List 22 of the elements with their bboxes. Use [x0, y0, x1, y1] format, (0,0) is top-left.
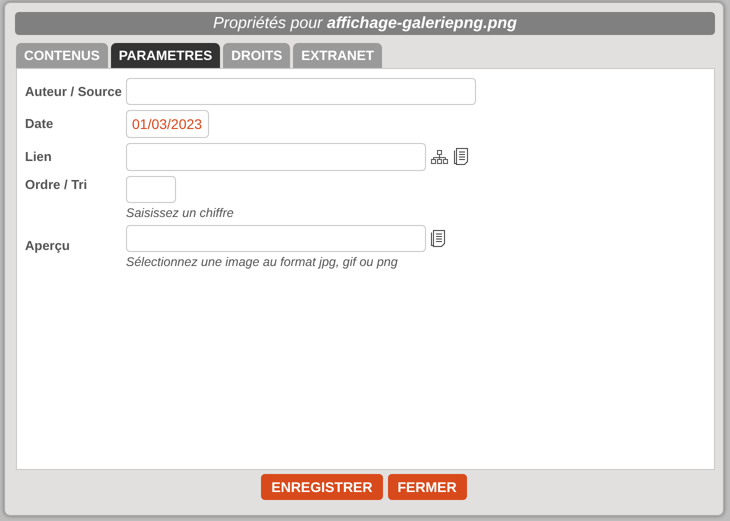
- close-button[interactable]: FERMER: [388, 474, 467, 500]
- sitemap-icon[interactable]: [431, 150, 449, 164]
- input-field[interactable]: [126, 78, 476, 105]
- dialog-title: Propriétés pour affichage-galeriepng.png: [15, 12, 715, 35]
- field-hint: Sélectionnez une image au format jpg, gif ou png: [126, 255, 399, 269]
- input-field[interactable]: [126, 176, 176, 203]
- tab[interactable]: CONTENUS: [16, 43, 108, 68]
- input-field[interactable]: [126, 143, 426, 171]
- document-icon[interactable]: [454, 148, 469, 166]
- document-icon[interactable]: [431, 230, 446, 248]
- field-label: Auteur / Source: [25, 83, 123, 99]
- field-label: Ordre / Tri: [25, 176, 88, 192]
- tab[interactable]: EXTRANET: [293, 43, 382, 68]
- tab[interactable]: PARAMETRES: [110, 43, 220, 68]
- field-label: Lien: [25, 148, 53, 164]
- date-field[interactable]: 01/03/2023: [126, 110, 209, 138]
- field-label: Aperçu: [25, 237, 71, 253]
- input-field[interactable]: [126, 225, 426, 252]
- save-button[interactable]: ENREGISTRER: [261, 474, 382, 500]
- tab[interactable]: DROITS: [223, 43, 290, 68]
- field-hint: Saisissez un chiffre: [126, 206, 235, 220]
- field-label: Date: [25, 115, 54, 131]
